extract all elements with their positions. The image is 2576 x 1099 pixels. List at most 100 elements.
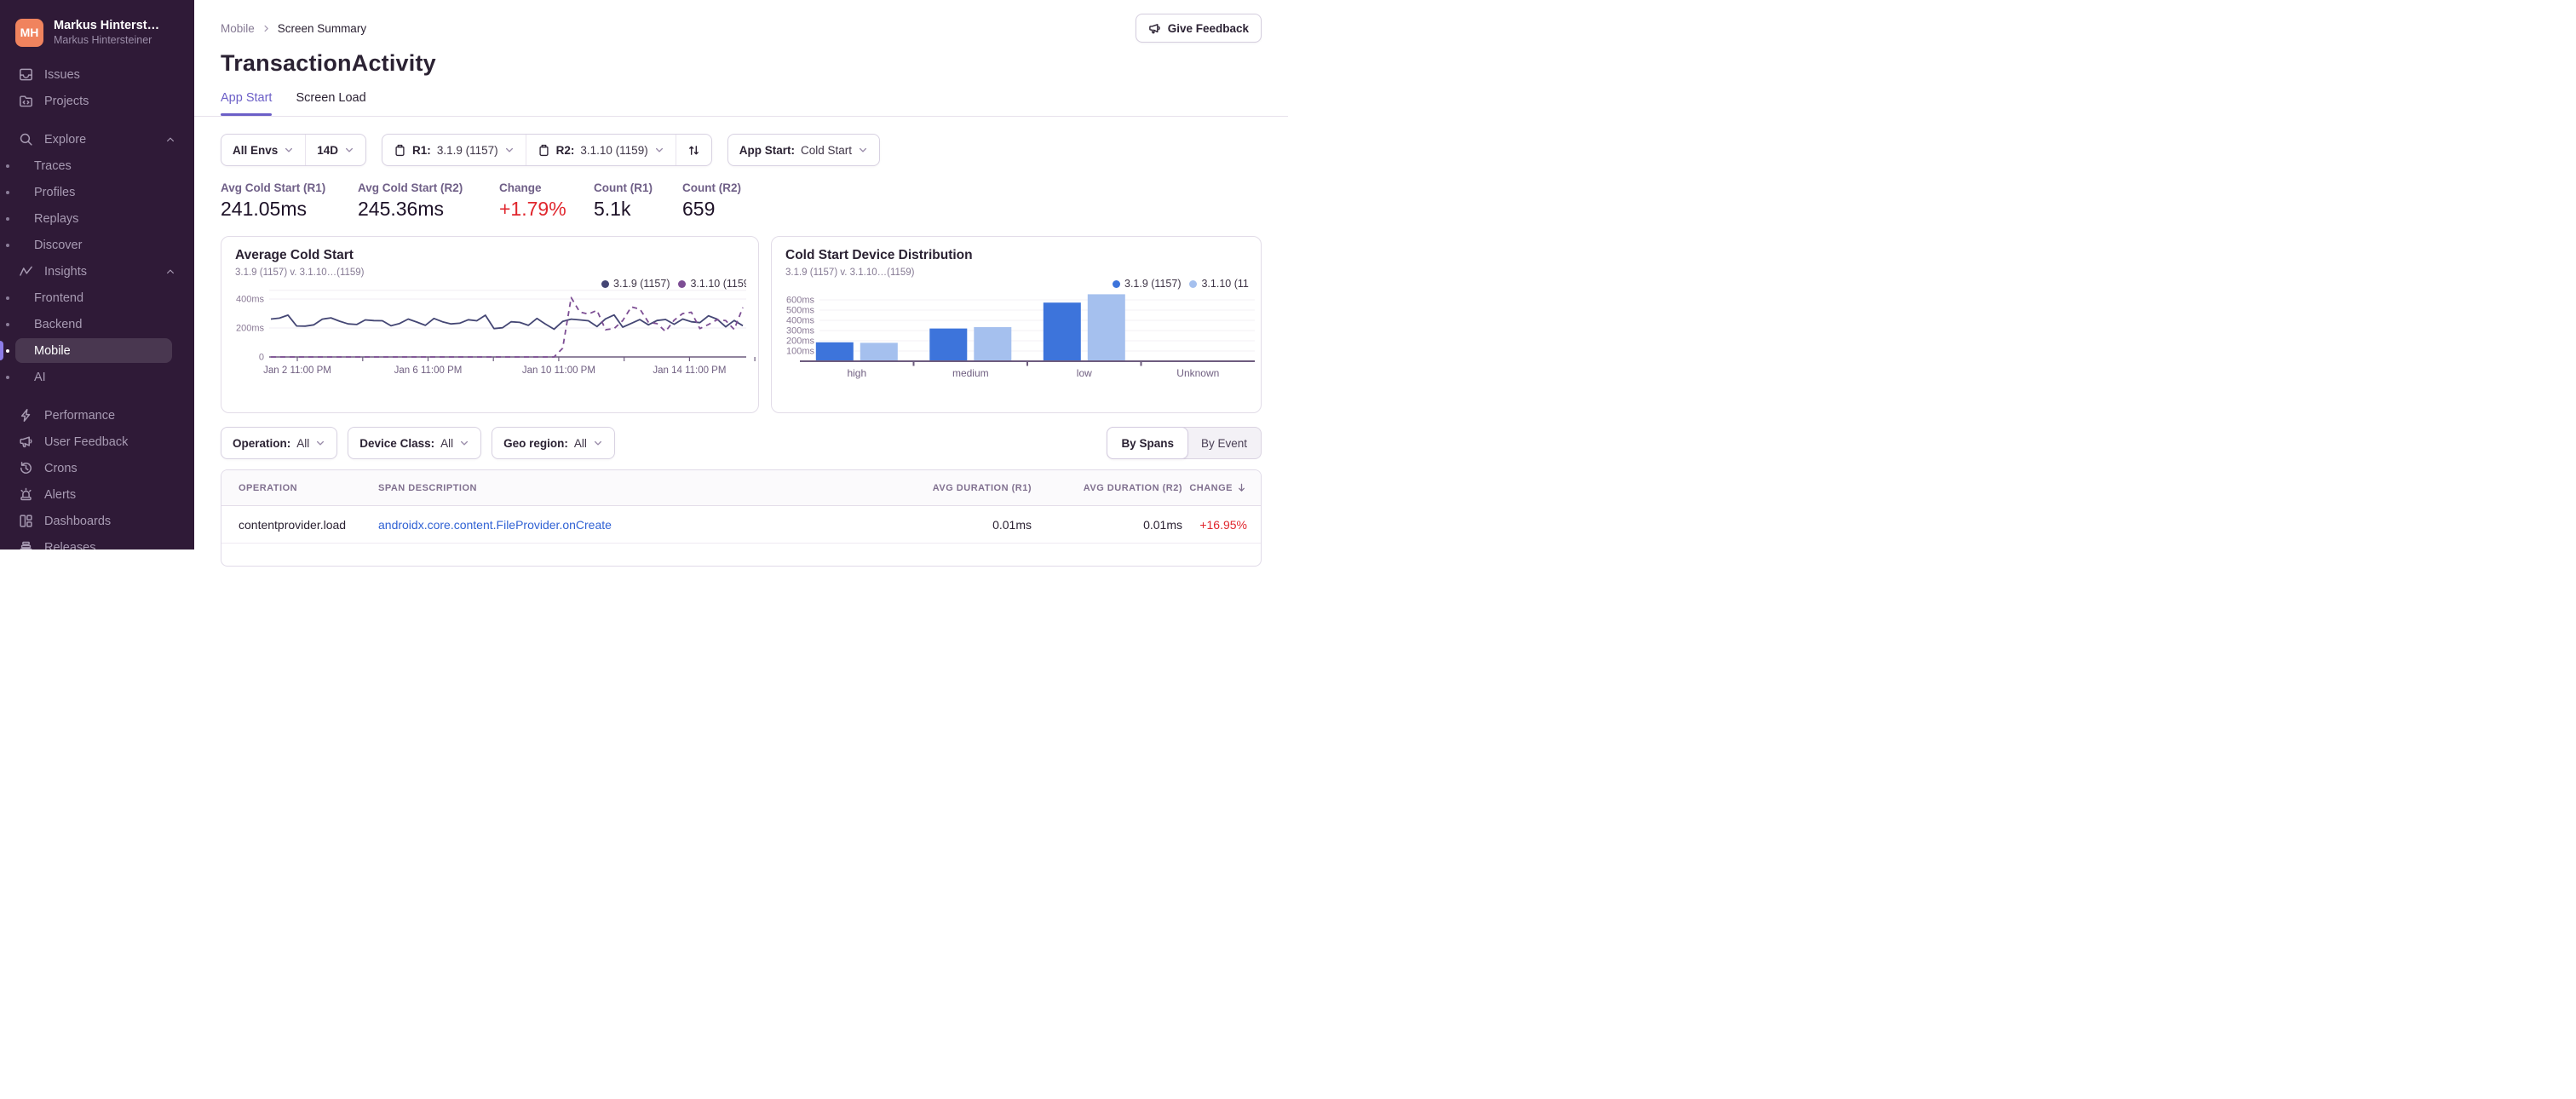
chart-legend: 3.1.9 (1157) 3.1.10 (1159)	[1113, 278, 1249, 290]
sidebar-item-issues[interactable]: Issues	[0, 61, 194, 88]
sidebar-item-dashboards[interactable]: Dashboards	[0, 508, 194, 534]
sidebar-item-discover[interactable]: Discover	[0, 232, 194, 258]
breadcrumb-chevron-icon	[262, 24, 271, 33]
column-avg-duration-r1[interactable]: AVG DURATION (R1)	[881, 483, 1032, 493]
cell-operation: contentprovider.load	[239, 517, 347, 532]
megaphone-icon	[1148, 22, 1161, 35]
legend-item[interactable]: 3.1.9 (1157)	[601, 278, 670, 290]
legend-item[interactable]: 3.1.9 (1157)	[1113, 278, 1181, 290]
release-r2-selector[interactable]: R2: 3.1.10 (1159)	[525, 135, 676, 165]
bullet-icon	[0, 348, 14, 353]
chart-title: Cold Start Device Distribution	[785, 248, 973, 262]
sidebar-section-explore[interactable]: Explore	[0, 126, 194, 152]
bullet-icon	[0, 190, 14, 194]
release-r1-selector[interactable]: R1: 3.1.9 (1157)	[382, 135, 526, 165]
give-feedback-button[interactable]: Give Feedback	[1135, 14, 1262, 43]
chevron-down-icon	[858, 145, 868, 155]
device-class-filter[interactable]: Device Class: All	[348, 428, 480, 458]
device-distribution-chart-card: Cold Start Device Distribution 3.1.9 (11…	[771, 236, 1262, 413]
svg-text:600ms: 600ms	[786, 296, 815, 306]
toggle-by-event[interactable]: By Event	[1187, 428, 1261, 458]
sidebar-item-label: AI	[34, 370, 46, 384]
svg-text:500ms: 500ms	[786, 306, 815, 316]
operation-filter[interactable]: Operation: All	[221, 428, 336, 458]
sidebar-item-profiles[interactable]: Profiles	[0, 179, 194, 205]
sidebar-item-releases[interactable]: Releases	[0, 534, 194, 550]
sidebar-item-replays[interactable]: Replays	[0, 205, 194, 232]
sidebar-item-mobile[interactable]: Mobile	[0, 337, 194, 364]
chart-legend: 3.1.9 (1157) 3.1.10 (1159)	[601, 278, 746, 290]
stat-value: 5.1k	[594, 198, 631, 220]
breadcrumb-mobile[interactable]: Mobile	[221, 22, 255, 35]
environment-filter[interactable]: All Envs	[221, 135, 305, 165]
app-start-value: Cold Start	[800, 143, 852, 157]
date-range-filter[interactable]: 14D	[305, 135, 365, 165]
stat-label: Count (R1)	[594, 181, 653, 194]
swap-releases-button[interactable]	[675, 135, 711, 165]
chevron-down-icon	[344, 145, 354, 155]
geo-region-filter[interactable]: Geo region: All	[492, 428, 614, 458]
avatar: MH	[15, 18, 43, 47]
operation-label: Operation:	[233, 436, 291, 450]
main-content: Mobile Screen Summary Give Feedback Tran…	[194, 0, 1288, 567]
sidebar-item-alerts[interactable]: Alerts	[0, 481, 194, 508]
stat-change: Change +1.79%	[499, 181, 594, 221]
column-avg-duration-r2[interactable]: AVG DURATION (R2)	[1032, 483, 1182, 493]
sidebar-item-performance[interactable]: Performance	[0, 402, 194, 429]
column-change[interactable]: CHANGE	[1182, 482, 1261, 493]
sidebar-item-frontend[interactable]: Frontend	[0, 285, 194, 311]
svg-text:100ms: 100ms	[786, 347, 815, 357]
sidebar-item-projects[interactable]: Projects	[0, 88, 194, 114]
svg-text:Jan 10 11:00 PM: Jan 10 11:00 PM	[522, 365, 595, 376]
graph-icon	[19, 264, 33, 279]
page-filter-bar: All Envs 14D R1: 3.1.9 (1157) R2: 3.1.10…	[221, 134, 1262, 166]
sidebar-item-label: Traces	[34, 158, 72, 173]
view-toggle: By Spans By Event	[1107, 427, 1262, 459]
releases-icon	[19, 540, 33, 550]
stat-label: Count (R2)	[682, 181, 741, 194]
app-start-type-filter[interactable]: App Start: Cold Start	[728, 135, 879, 165]
chevron-down-icon	[593, 438, 603, 448]
chevron-down-icon	[459, 438, 469, 448]
legend-dot-icon	[678, 279, 687, 288]
tab-screen-load[interactable]: Screen Load	[296, 91, 365, 116]
siren-icon	[19, 487, 33, 502]
device-class-value: All	[440, 436, 454, 450]
tab-app-start[interactable]: App Start	[221, 91, 273, 116]
sort-arrows-icon	[687, 144, 700, 157]
sidebar-section-label: Explore	[44, 132, 87, 147]
sidebar-item-backend[interactable]: Backend	[0, 311, 194, 337]
org-name: Markus Hintersteiner	[54, 34, 152, 46]
sidebar-item-user-feedback[interactable]: User Feedback	[0, 429, 194, 455]
sidebar-item-traces[interactable]: Traces	[0, 152, 194, 179]
table-row[interactable]: contentprovider.load androidx.core.conte…	[221, 506, 1261, 544]
sidebar-item-crons[interactable]: Crons	[0, 455, 194, 481]
geo-region-value: All	[573, 436, 587, 450]
cell-span-description-link[interactable]: androidx.core.content.FileProvider.onCre…	[378, 518, 881, 532]
sidebar-item-label: Backend	[34, 317, 83, 331]
toggle-by-spans[interactable]: By Spans	[1107, 427, 1188, 459]
column-operation[interactable]: OPERATION	[221, 483, 378, 493]
environment-value: All Envs	[233, 143, 279, 157]
stat-label: Avg Cold Start (R1)	[221, 181, 326, 194]
sidebar-item-label: Discover	[34, 238, 83, 252]
megaphone-icon	[19, 434, 33, 449]
sidebar-item-label: Projects	[44, 94, 89, 108]
table-header: OPERATION SPAN DESCRIPTION AVG DURATION …	[221, 470, 1261, 506]
bullet-icon	[0, 216, 14, 221]
table-row-partial[interactable]	[221, 544, 1261, 566]
page-title: TransactionActivity	[221, 50, 436, 76]
cell-avg-duration-r2: 0.01ms	[1143, 517, 1182, 532]
sidebar-item-label: Crons	[44, 461, 78, 475]
chevron-down-icon	[654, 145, 664, 155]
org-switcher[interactable]: MH Markus Hinterst… Markus Hintersteiner	[0, 0, 194, 61]
clock-icon	[19, 461, 33, 475]
app-start-type-group: App Start: Cold Start	[727, 134, 880, 166]
sidebar-section-insights[interactable]: Insights	[0, 258, 194, 285]
sidebar: MH Markus Hinterst… Markus Hintersteiner…	[0, 0, 194, 550]
legend-item[interactable]: 3.1.10 (1159)	[678, 278, 746, 290]
column-span-description[interactable]: SPAN DESCRIPTION	[378, 483, 881, 493]
legend-item[interactable]: 3.1.10 (1159)	[1189, 278, 1249, 290]
stat-value: +1.79%	[499, 198, 566, 220]
sidebar-item-ai[interactable]: AI	[0, 364, 194, 390]
